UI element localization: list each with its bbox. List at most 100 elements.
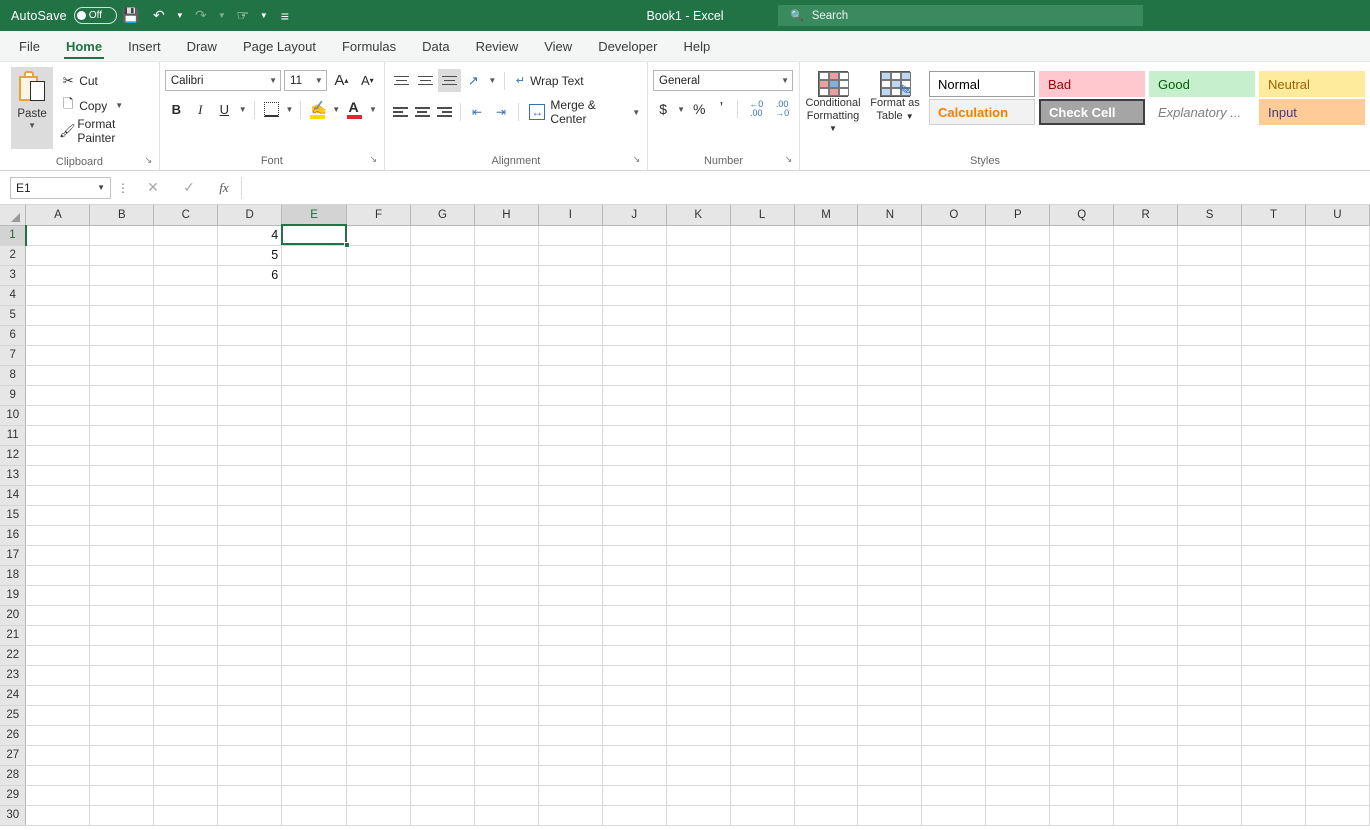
cell-J25[interactable] [602, 705, 667, 726]
cell-C1[interactable] [153, 225, 219, 246]
row-header-29[interactable]: 29 [0, 785, 27, 806]
cell-B27[interactable] [89, 745, 155, 766]
cell-D28[interactable] [217, 765, 283, 786]
italic-button[interactable]: I [189, 98, 212, 121]
column-header-S[interactable]: S [1177, 205, 1242, 226]
cell-S11[interactable] [1177, 425, 1242, 446]
cell-I3[interactable] [538, 265, 603, 286]
cell-F2[interactable] [346, 245, 412, 266]
cell-N23[interactable] [857, 665, 923, 686]
cell-F20[interactable] [346, 605, 412, 626]
cell-H20[interactable] [474, 605, 539, 626]
align-middle-button[interactable] [414, 69, 437, 92]
cell-Q28[interactable] [1049, 765, 1115, 786]
cell-S13[interactable] [1177, 465, 1242, 486]
cell-D29[interactable] [217, 785, 283, 806]
cell-H21[interactable] [474, 625, 539, 646]
cell-N11[interactable] [857, 425, 923, 446]
cell-T7[interactable] [1241, 345, 1306, 366]
cell-R15[interactable] [1113, 505, 1179, 526]
cell-S23[interactable] [1177, 665, 1242, 686]
cell-L6[interactable] [730, 325, 795, 346]
cell-M25[interactable] [794, 705, 859, 726]
cell-G23[interactable] [410, 665, 475, 686]
cell-L27[interactable] [730, 745, 795, 766]
font-size-combo[interactable]: 11 ▼ [284, 70, 327, 91]
cell-K13[interactable] [666, 465, 731, 486]
cell-G4[interactable] [410, 285, 475, 306]
cell-J16[interactable] [602, 525, 667, 546]
cell-U16[interactable] [1305, 525, 1370, 546]
cell-R27[interactable] [1113, 745, 1179, 766]
cell-K26[interactable] [666, 725, 731, 746]
cell-A5[interactable] [25, 305, 91, 326]
cell-T4[interactable] [1241, 285, 1306, 306]
row-header-17[interactable]: 17 [0, 545, 27, 566]
cell-D22[interactable] [217, 645, 283, 666]
cell-G25[interactable] [410, 705, 475, 726]
cell-O7[interactable] [921, 345, 987, 366]
cell-S19[interactable] [1177, 585, 1242, 606]
cell-F26[interactable] [346, 725, 412, 746]
cell-G6[interactable] [410, 325, 475, 346]
cell-J8[interactable] [602, 365, 667, 386]
cell-N19[interactable] [857, 585, 923, 606]
cell-B30[interactable] [89, 805, 155, 826]
cell-U14[interactable] [1305, 485, 1370, 506]
cell-H19[interactable] [474, 585, 539, 606]
cell-R8[interactable] [1113, 365, 1179, 386]
cell-R13[interactable] [1113, 465, 1179, 486]
column-header-P[interactable]: P [985, 205, 1051, 226]
cell-U5[interactable] [1305, 305, 1370, 326]
cell-L21[interactable] [730, 625, 795, 646]
cell-I9[interactable] [538, 385, 603, 406]
cell-E10[interactable] [281, 405, 348, 426]
cell-A25[interactable] [25, 705, 91, 726]
cell-I6[interactable] [538, 325, 603, 346]
search-box[interactable]: 🔍 Search [778, 5, 1143, 26]
cell-L4[interactable] [730, 285, 795, 306]
cell-M18[interactable] [794, 565, 859, 586]
cell-Q22[interactable] [1049, 645, 1115, 666]
underline-dropdown-icon[interactable]: ▼ [237, 105, 249, 114]
cell-I5[interactable] [538, 305, 603, 326]
cell-I18[interactable] [538, 565, 603, 586]
cell-A14[interactable] [25, 485, 91, 506]
cell-M11[interactable] [794, 425, 859, 446]
cell-M3[interactable] [794, 265, 859, 286]
cell-C21[interactable] [153, 625, 219, 646]
cell-U12[interactable] [1305, 445, 1370, 466]
column-header-C[interactable]: C [153, 205, 219, 226]
cell-T10[interactable] [1241, 405, 1306, 426]
cell-Q25[interactable] [1049, 705, 1115, 726]
cell-G3[interactable] [410, 265, 475, 286]
cell-O28[interactable] [921, 765, 987, 786]
cell-Q5[interactable] [1049, 305, 1115, 326]
cell-U21[interactable] [1305, 625, 1370, 646]
cell-F12[interactable] [346, 445, 412, 466]
cell-L2[interactable] [730, 245, 795, 266]
cell-P22[interactable] [985, 645, 1051, 666]
cell-M21[interactable] [794, 625, 859, 646]
cell-C20[interactable] [153, 605, 219, 626]
cell-L16[interactable] [730, 525, 795, 546]
cell-H15[interactable] [474, 505, 539, 526]
cell-J9[interactable] [602, 385, 667, 406]
cell-L30[interactable] [730, 805, 795, 826]
cell-K28[interactable] [666, 765, 731, 786]
cell-K6[interactable] [666, 325, 731, 346]
cell-E2[interactable] [281, 245, 348, 266]
cell-E4[interactable] [281, 285, 348, 306]
column-header-D[interactable]: D [217, 205, 283, 226]
cell-U13[interactable] [1305, 465, 1370, 486]
row-header-4[interactable]: 4 [0, 285, 27, 306]
cell-E23[interactable] [281, 665, 348, 686]
cell-A10[interactable] [25, 405, 91, 426]
align-bottom-button[interactable] [437, 69, 461, 92]
cell-J1[interactable] [602, 225, 667, 246]
borders-dropdown-icon[interactable]: ▼ [284, 105, 296, 114]
cell-B9[interactable] [89, 385, 155, 406]
column-header-F[interactable]: F [346, 205, 412, 226]
cell-M12[interactable] [794, 445, 859, 466]
cell-C27[interactable] [153, 745, 219, 766]
